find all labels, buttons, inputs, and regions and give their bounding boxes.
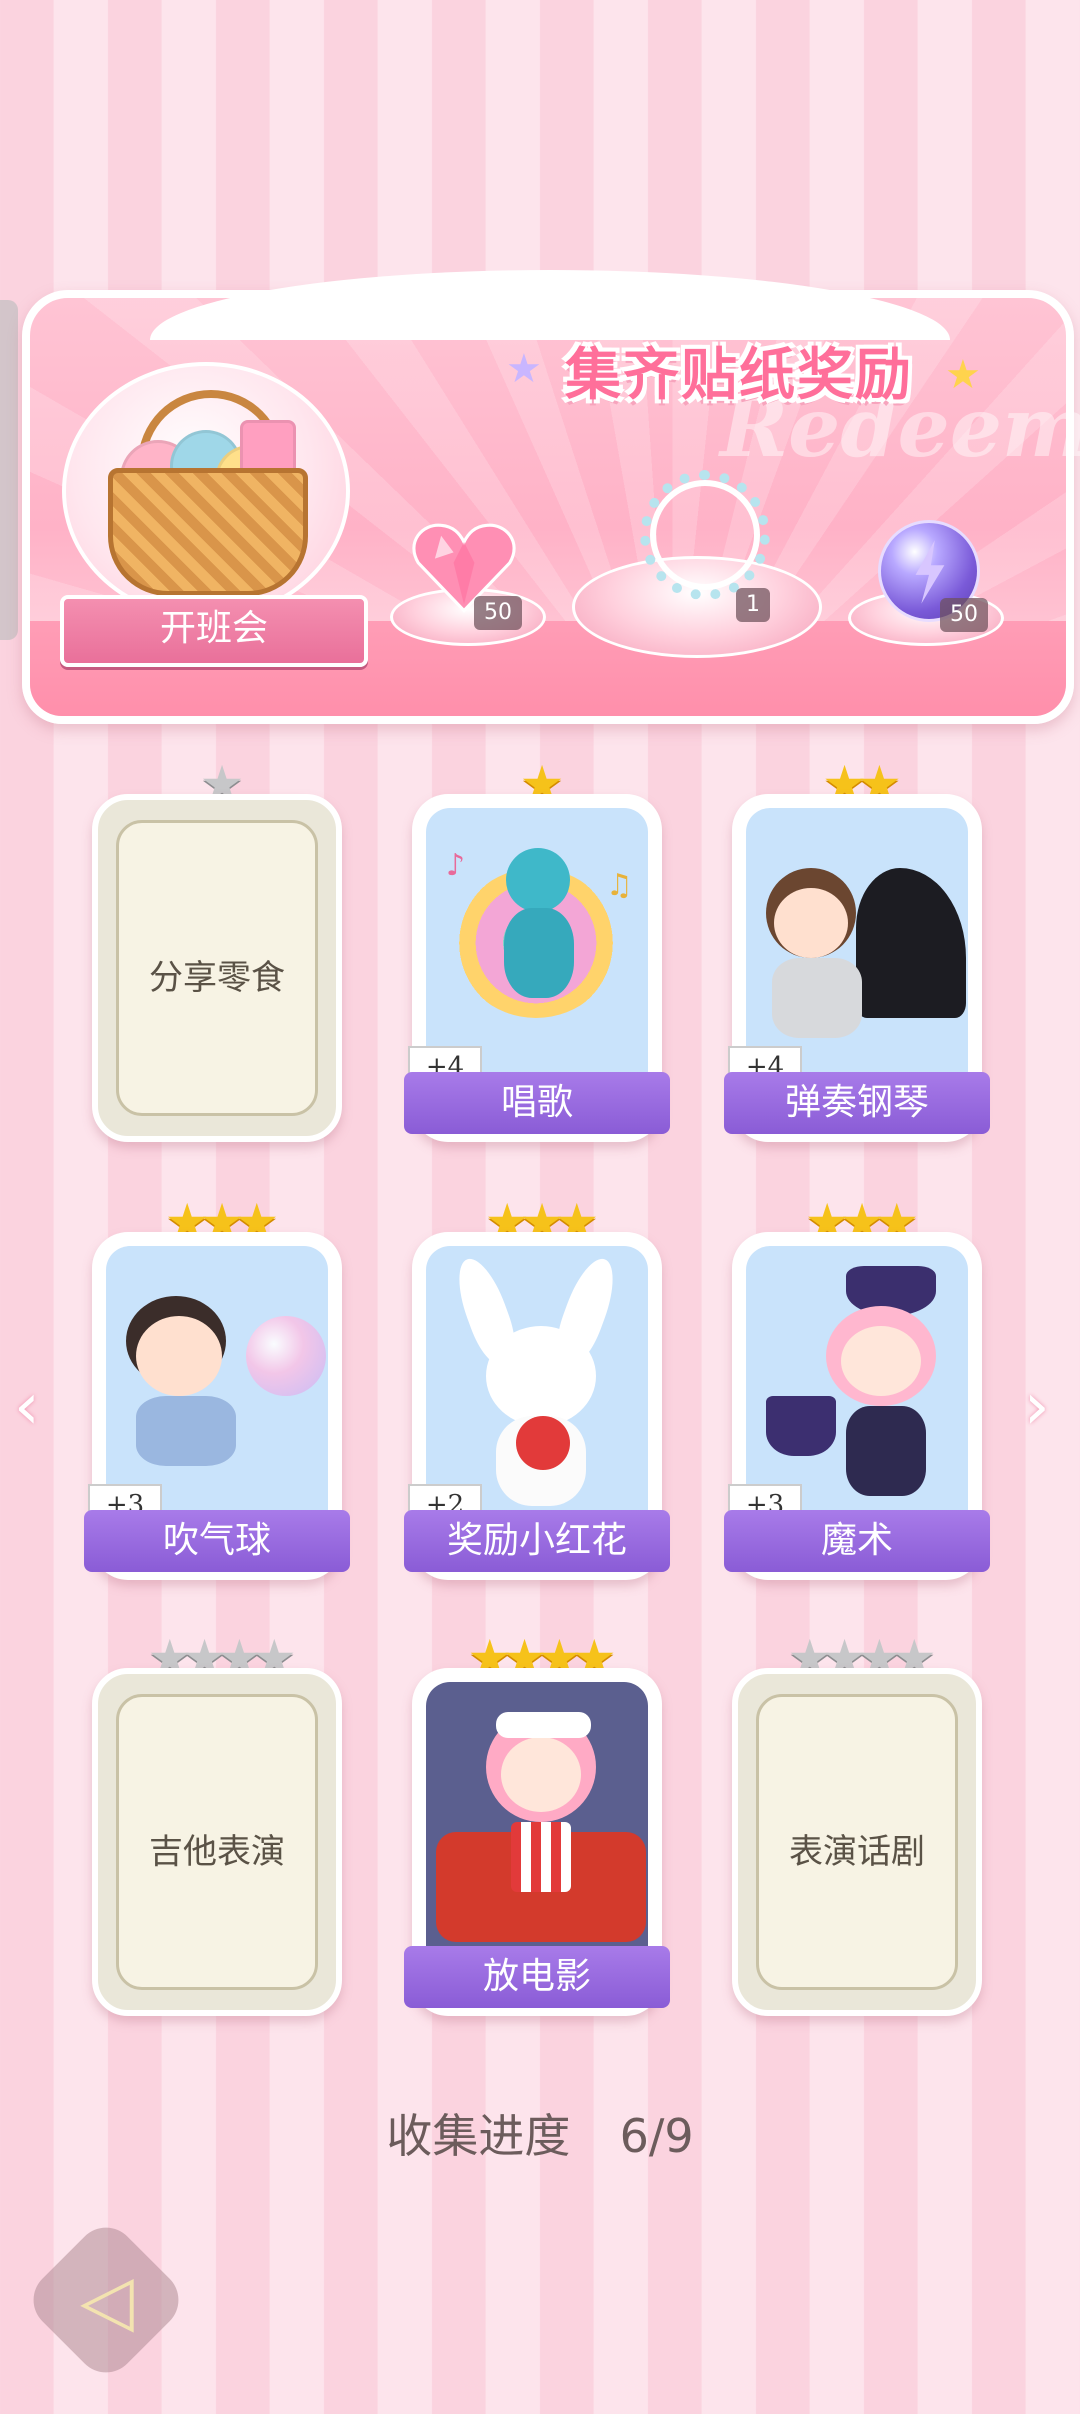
sticker-name: 吉他表演 <box>149 1832 285 1872</box>
boy-bubble-illustration <box>106 1246 328 1514</box>
sticker-name: 魔术 <box>724 1510 990 1572</box>
chevron-right-icon[interactable]: › <box>1024 1370 1050 1444</box>
sticker-card-unlocked: 放电影 <box>404 1668 670 2016</box>
reward-qty: 50 <box>940 598 988 632</box>
girl-magician-illustration <box>746 1246 968 1514</box>
back-arrow-icon: ◁ <box>80 2259 134 2341</box>
sticker-card[interactable]: ★★★★ 吉他表演 <box>92 1630 342 2030</box>
sticker-name: 奖励小红花 <box>404 1510 670 1572</box>
peacock-singer-illustration: ♪ ♫ <box>426 808 648 1076</box>
sticker-card[interactable]: ★★★ +2 奖励小红花 <box>404 1194 670 1594</box>
side-drawer-tab[interactable] <box>0 300 18 640</box>
star-decor-icon: ★ <box>945 352 981 398</box>
sticker-card-unlocked: ♪ ♫ +4 唱歌 <box>404 794 670 1142</box>
progress-label: 收集进度 <box>386 2109 571 2163</box>
chevron-left-icon[interactable]: ‹ <box>14 1370 40 1444</box>
sticker-card[interactable]: ★★★ +3 魔术 <box>724 1194 990 1594</box>
sticker-card-locked: 分享零食 <box>92 794 342 1142</box>
banner-title: 集齐贴纸奖励 <box>565 343 913 408</box>
bunny-flower-illustration <box>426 1246 648 1514</box>
reward-qty: 1 <box>736 588 770 622</box>
music-note-icon: ♪ <box>446 848 466 883</box>
bead-bracelet-icon[interactable] <box>640 470 770 600</box>
sticker-card[interactable]: ★ ♪ ♫ +4 唱歌 <box>404 756 670 1156</box>
sticker-card-unlocked: +3 吹气球 <box>84 1232 350 1580</box>
girl-popcorn-illustration <box>426 1682 648 1950</box>
sticker-name: 分享零食 <box>149 958 285 998</box>
collection-progress: 收集进度 6/9 <box>0 2100 1080 2166</box>
sticker-card-unlocked: +2 奖励小红花 <box>404 1232 670 1580</box>
sticker-name: 弹奏钢琴 <box>724 1072 990 1134</box>
sticker-card[interactable]: ★ 分享零食 <box>92 756 342 1156</box>
sticker-name: 放电影 <box>404 1946 670 2008</box>
sticker-card[interactable]: ★★ +4 弹奏钢琴 <box>724 756 990 1156</box>
basket-icon <box>108 468 308 596</box>
sticker-card[interactable]: ★★★★ 放电影 <box>404 1630 670 2030</box>
music-note-icon: ♫ <box>606 868 633 903</box>
sticker-name: 表演话剧 <box>789 1832 925 1872</box>
sticker-card[interactable]: ★★★★ 表演话剧 <box>732 1630 982 2030</box>
sticker-card-unlocked: +3 魔术 <box>724 1232 990 1580</box>
sticker-card[interactable]: ★★★ +3 吹气球 <box>84 1194 350 1594</box>
progress-value: 6/9 <box>619 2109 694 2163</box>
star-decor-icon: ★ <box>506 346 542 392</box>
sticker-card-locked: 表演话剧 <box>732 1668 982 2016</box>
sticker-name: 吹气球 <box>84 1510 350 1572</box>
reward-qty: 50 <box>474 596 522 630</box>
event-label: 开班会 <box>60 595 368 667</box>
sticker-card-locked: 吉他表演 <box>92 1668 342 2016</box>
boy-piano-illustration <box>746 808 968 1076</box>
sticker-name: 唱歌 <box>404 1072 670 1134</box>
sticker-card-unlocked: +4 弹奏钢琴 <box>724 794 990 1142</box>
